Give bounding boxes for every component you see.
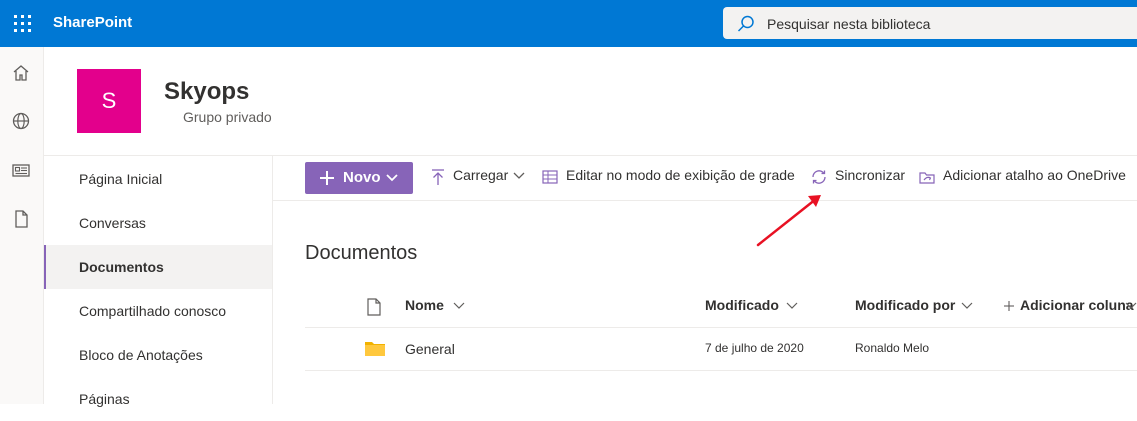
row-name[interactable]: General: [405, 341, 455, 357]
new-button-label: Novo: [343, 169, 381, 186]
chevron-down-icon[interactable]: [786, 301, 798, 311]
suite-bar: SharePoint Pesquisar nesta biblioteca: [0, 0, 1137, 47]
column-header-modified[interactable]: Modificado: [705, 297, 779, 313]
brand-name[interactable]: SharePoint: [53, 14, 132, 31]
nav-item-label: Compartilhado conosco: [79, 303, 227, 319]
app-launcher-button[interactable]: [0, 0, 44, 47]
onedrive-shortcut-icon: [919, 172, 935, 184]
nav-item-conversations[interactable]: Conversas: [44, 201, 272, 245]
nav-item-label: Páginas: [79, 391, 130, 407]
upload-icon: [432, 169, 444, 185]
nav-item-label: Bloco de Anotações: [79, 347, 203, 363]
sync-button[interactable]: Sincronizar: [835, 167, 905, 183]
globe-icon[interactable]: [10, 110, 32, 132]
nav-item-pages[interactable]: Páginas: [44, 377, 272, 421]
add-shortcut-button[interactable]: Adicionar atalho ao OneDrive: [943, 167, 1126, 183]
chevron-down-icon[interactable]: [961, 301, 973, 311]
site-logo[interactable]: S: [77, 69, 141, 133]
nav-item-shared-with-us[interactable]: Compartilhado conosco: [44, 289, 272, 333]
search-input[interactable]: Pesquisar nesta biblioteca: [767, 16, 930, 32]
nav-item-label: Conversas: [79, 215, 146, 231]
chevron-down-icon[interactable]: [453, 301, 465, 311]
file-type-icon[interactable]: [366, 298, 382, 316]
grid-view-icon: [542, 170, 558, 184]
nav-item-documents[interactable]: Documentos: [44, 245, 272, 289]
search-box[interactable]: Pesquisar nesta biblioteca: [723, 7, 1137, 39]
edit-grid-view-button[interactable]: Editar no modo de exibição de grade: [566, 167, 795, 183]
site-privacy-label: Grupo privado: [183, 109, 272, 125]
column-header-modified-by[interactable]: Modificado por: [855, 297, 955, 313]
home-icon[interactable]: [10, 62, 32, 84]
row-divider: [305, 370, 1137, 371]
sync-icon: [812, 170, 826, 184]
document-icon[interactable]: [10, 208, 32, 230]
plus-icon[interactable]: [1004, 301, 1014, 311]
row-modified-by[interactable]: Ronaldo Melo: [855, 341, 929, 355]
news-icon[interactable]: [10, 159, 32, 181]
site-title[interactable]: Skyops: [164, 78, 249, 106]
column-header-divider: [305, 327, 1137, 328]
nav-item-label: Documentos: [79, 259, 164, 275]
folder-icon: [365, 342, 385, 356]
library-title: Documentos: [305, 242, 418, 264]
site-navigation: Página Inicial Conversas Documentos Comp…: [44, 156, 273, 407]
row-modified: 7 de julho de 2020: [705, 341, 804, 355]
chevron-down-icon[interactable]: [1125, 301, 1137, 311]
search-icon: [737, 15, 754, 32]
command-bar: Novo Carregar Editar no modo de exibição…: [273, 156, 1137, 201]
annotation-arrow: [756, 195, 821, 247]
nav-item-label: Página Inicial: [79, 171, 163, 187]
waffle-icon: [13, 15, 31, 32]
plus-icon: [320, 171, 334, 185]
chevron-down-icon: [386, 174, 398, 182]
nav-item-notebook[interactable]: Bloco de Anotações: [44, 333, 272, 377]
column-header-name[interactable]: Nome: [405, 297, 444, 313]
upload-button[interactable]: Carregar: [453, 167, 508, 183]
chevron-down-icon[interactable]: [512, 170, 526, 182]
nav-item-home[interactable]: Página Inicial: [44, 157, 272, 201]
add-column-button[interactable]: Adicionar coluna: [1020, 297, 1134, 313]
app-rail: [0, 47, 44, 404]
new-button[interactable]: Novo: [305, 162, 413, 194]
